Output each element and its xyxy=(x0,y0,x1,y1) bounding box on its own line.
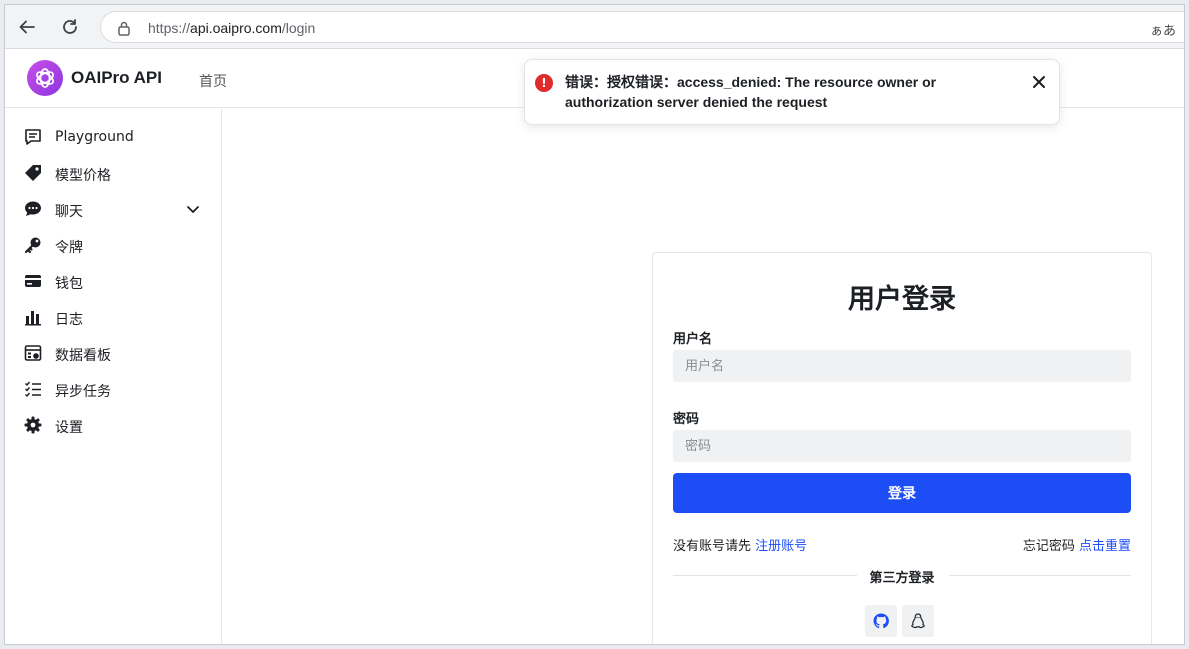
sidebar-item-label: 钱包 xyxy=(55,276,83,292)
login-button[interactable]: 登录 xyxy=(673,473,1131,513)
credit-card-icon xyxy=(23,271,43,291)
sidebar: Playground 模型价格 聊天 令牌 钱包 日志 数据看板 异步任务 设置 xyxy=(5,109,222,644)
sidebar-item-async-tasks[interactable]: 异步任务 xyxy=(5,371,221,407)
url-text[interactable]: https://api.oaipro.com/login xyxy=(148,20,315,36)
register-row: 没有账号请先 注册账号 xyxy=(673,535,807,554)
bar-chart-icon xyxy=(23,307,43,327)
sidebar-item-dashboard[interactable]: 数据看板 xyxy=(5,335,221,371)
login-card: 用户登录 用户名 密码 登录 没有账号请先 注册账号 忘记密码 点击重置 第三方… xyxy=(652,252,1152,644)
third-party-login-title: 第三方登录 xyxy=(869,571,935,586)
sidebar-item-label: 日志 xyxy=(55,312,83,328)
price-tag-icon xyxy=(23,163,43,183)
openai-logo-icon[interactable] xyxy=(27,60,63,96)
github-login-button[interactable] xyxy=(865,605,897,637)
sidebar-item-chat[interactable]: 聊天 xyxy=(5,191,221,227)
penguin-icon xyxy=(911,613,925,629)
sidebar-item-settings[interactable]: 设置 xyxy=(5,407,221,443)
close-icon[interactable] xyxy=(1031,74,1047,90)
linuxdo-login-button[interactable] xyxy=(902,605,934,637)
openai-knot-icon xyxy=(36,68,54,88)
sidebar-item-label: 异步任务 xyxy=(55,384,111,400)
back-button[interactable] xyxy=(13,13,41,41)
url-path: /login xyxy=(281,20,316,36)
error-icon: ! xyxy=(535,74,553,92)
address-bar[interactable]: https://api.oaipro.com/login ぁあ xyxy=(100,11,1184,43)
username-input[interactable] xyxy=(673,350,1131,382)
password-input[interactable] xyxy=(673,430,1131,462)
lock-icon[interactable] xyxy=(117,20,131,36)
back-arrow-icon xyxy=(19,20,35,34)
nav-home-link[interactable]: 首页 xyxy=(199,71,227,91)
browser-window: https://api.oaipro.com/login ぁあ OAIPro A… xyxy=(4,4,1185,645)
github-icon xyxy=(873,613,889,629)
no-account-text: 没有账号请先 xyxy=(673,539,752,554)
sidebar-item-model-pricing[interactable]: 模型价格 xyxy=(5,155,221,191)
sidebar-item-tokens[interactable]: 令牌 xyxy=(5,227,221,263)
key-icon xyxy=(23,235,43,255)
gear-icon xyxy=(23,415,43,435)
reset-row: 忘记密码 点击重置 xyxy=(1023,535,1131,554)
reload-button[interactable] xyxy=(56,13,84,41)
url-host: api.oaipro.com xyxy=(190,20,282,36)
sidebar-item-label: 模型价格 xyxy=(55,168,111,184)
login-title: 用户登录 xyxy=(848,284,956,315)
sidebar-item-label: Playground xyxy=(55,129,134,145)
divider-right xyxy=(949,575,1131,576)
forgot-password-text: 忘记密码 xyxy=(1022,539,1075,554)
username-label: 用户名 xyxy=(673,332,713,347)
sidebar-item-playground[interactable]: Playground xyxy=(5,119,221,155)
chat-bubble-icon xyxy=(23,199,43,219)
password-label: 密码 xyxy=(673,412,700,427)
sidebar-item-label: 数据看板 xyxy=(55,348,111,364)
app-name[interactable]: OAIPro API xyxy=(71,68,162,88)
dashboard-icon xyxy=(23,343,43,363)
sidebar-item-label: 设置 xyxy=(55,420,83,436)
checklist-icon xyxy=(23,379,43,399)
error-toast: ! 错误：授权错误：access_denied: The resource ow… xyxy=(524,59,1060,125)
reset-password-link[interactable]: 点击重置 xyxy=(1079,539,1131,554)
browser-toolbar: https://api.oaipro.com/login ぁあ xyxy=(5,5,1184,49)
reload-icon xyxy=(63,19,77,34)
register-link[interactable]: 注册账号 xyxy=(755,539,807,554)
sidebar-item-label: 令牌 xyxy=(55,240,83,256)
toast-message: 错误：授权错误：access_denied: The resource owne… xyxy=(565,74,937,110)
translate-icon[interactable]: ぁあ xyxy=(1150,20,1176,39)
sidebar-item-logs[interactable]: 日志 xyxy=(5,299,221,335)
chevron-down-icon[interactable] xyxy=(185,201,201,217)
url-scheme: https:// xyxy=(148,20,191,36)
chat-box-icon xyxy=(23,127,43,147)
sidebar-item-label: 聊天 xyxy=(55,204,83,220)
sidebar-item-wallet[interactable]: 钱包 xyxy=(5,263,221,299)
